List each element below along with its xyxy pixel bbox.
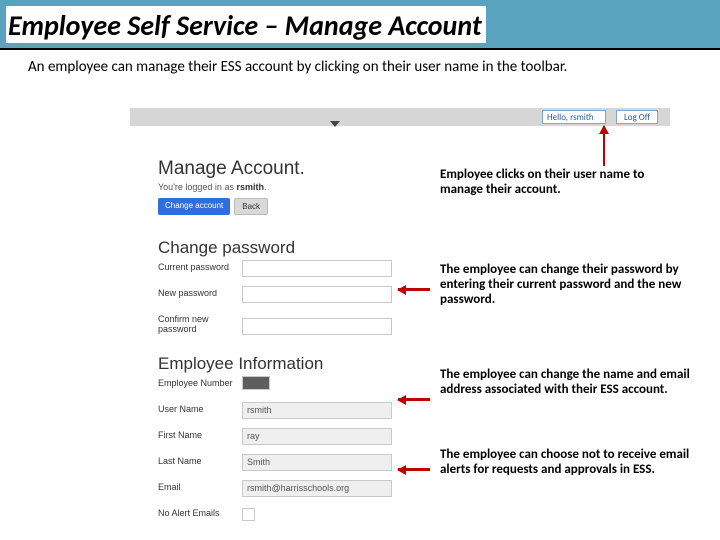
input-user-name[interactable]: rsmith: [242, 402, 392, 419]
annotation-password: The employee can change their password b…: [440, 263, 690, 308]
change-account-button[interactable]: Change account: [158, 198, 230, 215]
input-email[interactable]: rsmith@harrisschools.org: [242, 480, 392, 497]
label-email: Email: [158, 482, 236, 492]
input-new-password[interactable]: [242, 286, 392, 303]
logged-in-prefix: You're logged in as: [158, 182, 236, 192]
annotation-noalert: The employee can choose not to receive e…: [440, 448, 690, 478]
employee-info-heading: Employee Information: [158, 354, 323, 374]
label-user-name: User Name: [158, 404, 236, 414]
checkbox-no-alert-emails[interactable]: [242, 508, 255, 521]
intro-text: An employee can manage their ESS account…: [0, 50, 720, 82]
dropdown-caret-icon: [330, 121, 340, 127]
label-no-alert-emails: No Alert Emails: [158, 508, 236, 518]
hello-user-link[interactable]: Hello, rsmith: [542, 110, 606, 124]
label-current-password: Current password: [158, 262, 236, 272]
arrow-to-password-icon: [398, 288, 430, 291]
screenshot-stage: Hello, rsmith Log Off Manage Account. Yo…: [130, 108, 670, 538]
annotation-username: Employee clicks on their user name to ma…: [440, 168, 690, 198]
label-first-name: First Name: [158, 430, 236, 440]
input-employee-number: [242, 376, 270, 390]
input-current-password[interactable]: [242, 260, 392, 277]
label-last-name: Last Name: [158, 456, 236, 466]
label-employee-number: Employee Number: [158, 378, 236, 388]
input-first-name[interactable]: ray: [242, 428, 392, 445]
logged-in-user: rsmith: [236, 182, 264, 192]
manage-account-heading: Manage Account.: [158, 158, 305, 180]
account-button-row: Change account Back: [158, 198, 268, 215]
input-last-name[interactable]: Smith: [242, 454, 392, 471]
title-band: Employee Self Service – Manage Account: [0, 0, 720, 50]
logoff-link[interactable]: Log Off: [616, 110, 658, 124]
logged-in-as-text: You're logged in as rsmith.: [158, 182, 266, 192]
arrow-to-name-email-icon: [398, 398, 430, 401]
annotation-name-email: The employee can change the name and ema…: [440, 368, 690, 398]
input-confirm-password[interactable]: [242, 318, 392, 335]
page-title: Employee Self Service – Manage Account: [6, 6, 486, 43]
change-password-heading: Change password: [158, 238, 295, 258]
app-topbar: Hello, rsmith Log Off: [130, 108, 670, 126]
label-confirm-password: Confirm new password: [158, 314, 236, 334]
back-button[interactable]: Back: [234, 198, 268, 215]
arrow-to-username-icon: [603, 126, 605, 166]
label-new-password: New password: [158, 288, 236, 298]
arrow-to-noalert-icon: [398, 468, 430, 471]
